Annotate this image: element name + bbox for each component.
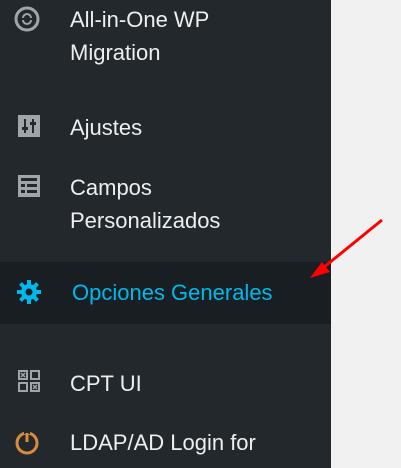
sidebar-item-label: Opciones Generales (72, 280, 273, 305)
sidebar-item-label: All-in-One WP Migration (70, 7, 210, 65)
ldap-power-icon (14, 429, 40, 455)
sidebar-item-opciones-generales[interactable]: Opciones Generales (0, 262, 331, 324)
sidebar-item-all-in-one-wp-migration[interactable]: All-in-One WP Migration (0, 0, 331, 100)
cpt-grid-icon (16, 368, 42, 394)
sidebar-item-label: CPT UI (70, 371, 142, 396)
migration-refresh-icon (14, 6, 40, 32)
sidebar-item-cpt-ui[interactable]: CPT UI (0, 352, 331, 414)
sidebar-item-ldap-ad-login[interactable]: LDAP/AD Login for (0, 414, 331, 468)
custom-fields-table-icon (16, 173, 42, 199)
admin-sidebar: All-in-One WP Migration Ajustes Campos P… (0, 0, 331, 468)
sidebar-item-label: Ajustes (70, 115, 143, 140)
gear-icon (16, 279, 42, 305)
sidebar-item-ajustes[interactable]: Ajustes (0, 100, 331, 160)
settings-sliders-icon (16, 113, 42, 139)
sidebar-item-label: Campos Personalizados (70, 175, 221, 233)
sidebar-item-label: LDAP/AD Login for (70, 430, 256, 455)
red-arrow-annotation (310, 218, 383, 278)
sidebar-item-campos-personalizados[interactable]: Campos Personalizados (0, 160, 331, 260)
